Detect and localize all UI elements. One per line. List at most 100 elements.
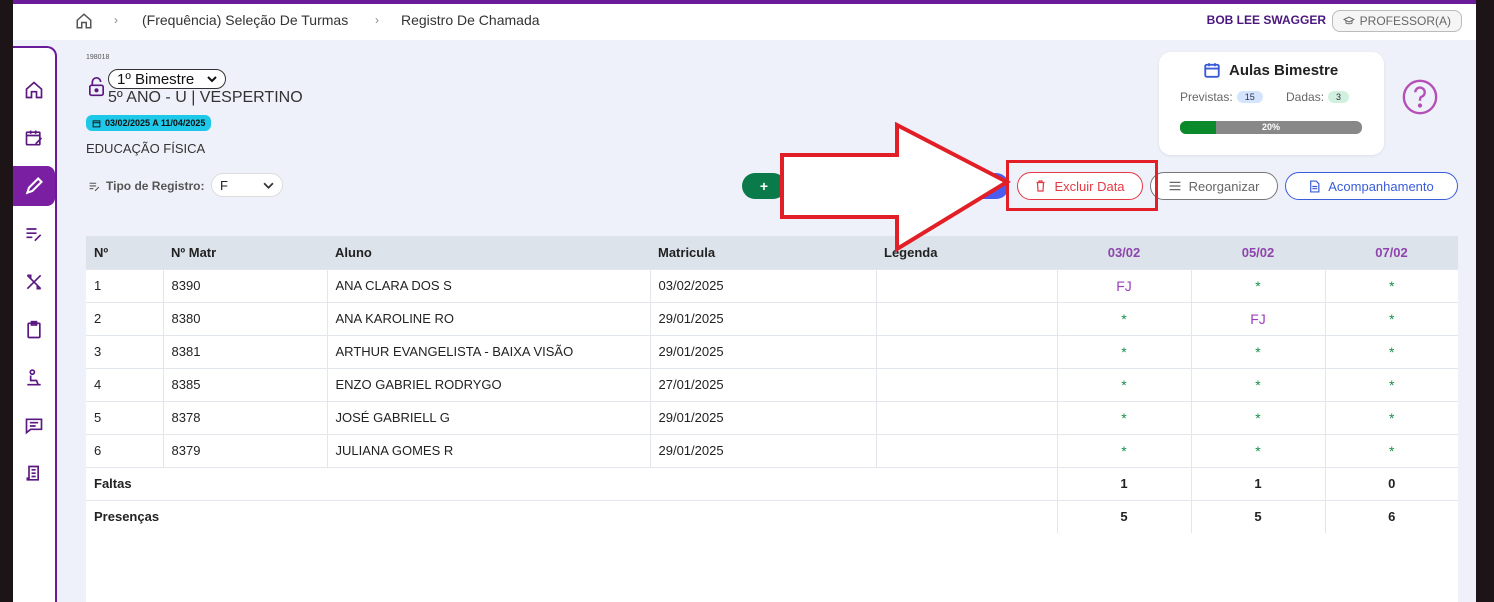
presencas-row-value: 5 [1191, 499, 1326, 533]
class-id: 198018 [86, 54, 110, 61]
progress-text: 20% [1261, 122, 1280, 132]
attendance-mark-cell[interactable]: * [1325, 400, 1458, 434]
attendance-mark-cell[interactable]: * [1057, 400, 1192, 434]
presencas-row-value: 6 [1325, 499, 1458, 533]
cell-aluno: ENZO GABRIEL RODRYGO [327, 367, 651, 401]
subject-name: EDUCAÇÃO FÍSICA [86, 141, 206, 156]
user-name: BOB LEE SWAGGER [1206, 13, 1326, 27]
cell-matricula: 03/02/2025 [650, 268, 877, 302]
lock-open-icon[interactable] [88, 77, 105, 97]
header-date-1[interactable]: 03/02 [1057, 236, 1191, 269]
attendance-mark-cell[interactable]: * [1057, 301, 1192, 335]
cell-legenda [876, 367, 1058, 401]
cell-aluno: ANA CLARA DOS S [327, 268, 651, 302]
attendance-mark-cell[interactable]: * [1057, 433, 1192, 467]
cell-aluno: ANA KAROLINE RO [327, 301, 651, 335]
excluir-highlight-box [1006, 160, 1158, 211]
breadcrumb-separator: › [375, 13, 379, 27]
faltas-row-value: 0 [1325, 466, 1458, 500]
attendance-mark-cell[interactable]: * [1325, 334, 1458, 368]
attendance-mark-cell[interactable]: * [1325, 268, 1458, 302]
attendance-mark-cell[interactable]: * [1191, 367, 1326, 401]
calendar-icon [92, 119, 101, 127]
tipo-registro-value: F [220, 177, 228, 193]
attendance-mark-cell[interactable]: * [1325, 433, 1458, 467]
sidebar-item-home[interactable] [13, 70, 55, 110]
attendance-mark-cell[interactable]: * [1057, 334, 1192, 368]
cell-matricula: 29/01/2025 [650, 400, 877, 434]
attendance-mark-cell[interactable]: * [1191, 400, 1326, 434]
dadas-label: Dadas: [1286, 90, 1325, 104]
list-edit-icon [89, 182, 100, 191]
table-row: 4 8385 ENZO GABRIEL RODRYGO 27/01/2025 * * * [86, 367, 1458, 401]
breadcrumb-item-selecao[interactable]: (Frequência) Seleção De Turmas [142, 12, 348, 28]
table-row: 3 8381 ARTHUR EVANGELISTA - BAIXA VISÃO 29/… [86, 334, 1458, 368]
period-text: 03/02/2025 A 11/04/2025 [105, 118, 206, 128]
attendance-mark-cell[interactable]: FJ [1191, 301, 1326, 335]
header-date-3[interactable]: 07/02 [1325, 236, 1458, 269]
cell-numero: 2 [86, 301, 164, 335]
attendance-mark-cell[interactable]: * [1057, 367, 1192, 401]
breadcrumb-item-registro[interactable]: Registro De Chamada [401, 12, 540, 28]
clipboard-icon [27, 320, 41, 339]
reorganizar-button[interactable]: Reorganizar [1150, 172, 1278, 200]
previstas-label: Previstas: [1180, 90, 1233, 104]
tipo-registro-text: Tipo de Registro: [106, 179, 205, 193]
sidebar-item-messages[interactable] [13, 406, 55, 446]
calendar-edit-icon [25, 130, 43, 146]
cell-matr: 8381 [163, 334, 328, 368]
cell-aluno: ARTHUR EVANGELISTA - BAIXA VISÃO [327, 334, 651, 368]
sidebar-item-frequencia[interactable] [13, 166, 55, 206]
message-icon [25, 418, 43, 435]
calendar-icon [1204, 63, 1220, 78]
sidebar-item-calendar[interactable] [13, 118, 55, 158]
document-icon [1310, 179, 1320, 193]
list-edit-icon [26, 228, 42, 242]
stats-title: Aulas Bimestre [1229, 62, 1339, 79]
table-body: 1 8390 ANA CLARA DOS S 03/02/2025 FJ * * 2 8380 A… [86, 268, 1458, 533]
attendance-mark-cell[interactable]: * [1191, 334, 1326, 368]
acompanhamento-button[interactable]: Acompanhamento [1285, 172, 1458, 200]
attendance-mark-cell[interactable]: * [1191, 268, 1326, 302]
header-numero: Nº [86, 236, 163, 269]
role-badge[interactable]: PROFESSOR(A) [1331, 10, 1462, 32]
cell-matricula: 27/01/2025 [650, 367, 877, 401]
role-label: PROFESSOR(A) [1359, 14, 1451, 28]
cell-numero: 1 [86, 268, 164, 302]
tipo-registro-select[interactable]: F [211, 173, 283, 197]
bimestre-value: 1º Bimestre [117, 70, 195, 88]
cell-numero: 3 [86, 334, 164, 368]
dadas-value: 3 [1328, 91, 1350, 103]
bimestre-select[interactable]: 1º Bimestre [108, 69, 226, 89]
attendance-mark-cell[interactable]: * [1325, 367, 1458, 401]
help-icon[interactable] [1401, 78, 1439, 116]
faltas-row: Faltas 1 1 0 [86, 466, 1458, 500]
home-icon[interactable] [75, 12, 93, 30]
aulas-progress-bar: 20% [1180, 121, 1362, 134]
breadcrumb-separator: › [114, 13, 118, 27]
attendance-mark-cell[interactable]: FJ [1057, 268, 1192, 302]
previstas-value: 15 [1236, 91, 1263, 103]
faltas-row-value: 1 [1191, 466, 1326, 500]
previstas-stat: Previstas: 15 [1180, 90, 1263, 104]
sidebar-item-seat[interactable] [13, 358, 55, 398]
cell-legenda [876, 433, 1058, 467]
cell-matr: 8385 [163, 367, 328, 401]
cell-aluno: JULIANA GOMES R [327, 433, 651, 467]
cell-legenda [876, 268, 1058, 302]
sidebar-item-tools[interactable] [13, 262, 55, 302]
cell-matricula: 29/01/2025 [650, 301, 877, 335]
sidebar-item-clipboard[interactable] [13, 310, 55, 350]
header-date-2[interactable]: 05/02 [1191, 236, 1325, 269]
app-page: › (Frequência) Seleção De Turmas › Regis… [13, 0, 1476, 602]
sidebar-item-registros[interactable] [13, 214, 55, 254]
aulas-bimestre-card: Aulas Bimestre Previstas: 15 Dadas: 3 20… [1159, 52, 1384, 155]
faltas-row-label: Faltas [86, 466, 1058, 500]
attendance-mark-cell[interactable]: * [1325, 301, 1458, 335]
sidebar-item-report[interactable] [13, 454, 55, 494]
cell-legenda [876, 334, 1058, 368]
pencil-icon [25, 177, 43, 195]
attendance-mark-cell[interactable]: * [1191, 433, 1326, 467]
acompanhamento-label: Acompanhamento [1328, 178, 1434, 194]
faltas-row-value: 1 [1057, 466, 1192, 500]
